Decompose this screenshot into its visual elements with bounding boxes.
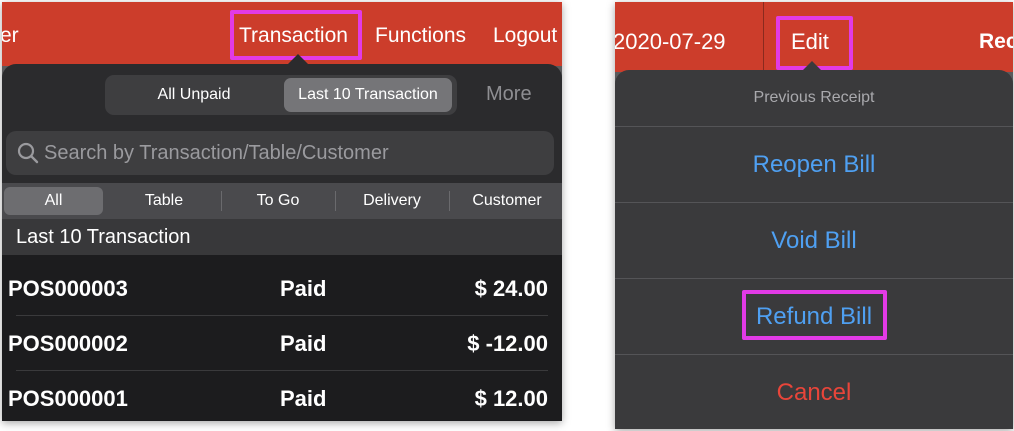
filter-divider [335,191,336,211]
transaction-amount: $ -12.00 [467,331,548,356]
partial-nav-label: er [2,24,19,47]
transaction-status: Paid [280,276,327,301]
nav-divider [763,2,764,72]
reopen-bill-button[interactable]: Reopen Bill [615,127,1013,202]
segment-all-unpaid[interactable]: All Unpaid [109,78,279,112]
cancel-button[interactable]: Cancel [615,355,1013,429]
transaction-row[interactable]: POS000002 Paid $ -12.00 [2,315,562,370]
segment-last-10[interactable]: Last 10 Transaction [284,78,452,112]
menu-title: Previous Receipt [753,89,875,106]
transaction-screen: er Transaction Functions Logout All Unpa… [2,2,562,421]
transaction-id: POS000001 [8,386,128,411]
transaction-amount: $ 12.00 [474,386,548,411]
transaction-status: Paid [280,386,327,411]
logout-nav-button[interactable]: Logout [493,24,557,48]
more-button[interactable]: More [486,83,532,106]
transaction-id: POS000002 [8,331,128,356]
filter-customer[interactable]: Customer [454,187,560,215]
transaction-nav-button[interactable]: Transaction [239,24,348,48]
popover-arrow [288,54,308,64]
edit-nav-button[interactable]: Edit [791,29,829,55]
transaction-id: POS000003 [8,276,128,301]
filter-tabs: All Table To Go Delivery Customer [2,183,562,219]
filter-delivery[interactable]: Delivery [342,187,442,215]
date-label: 2020-07-29 [615,29,726,54]
top-nav-bar: er Transaction Functions Logout [2,2,562,66]
filter-divider [449,191,450,211]
receipt-screen: 2020-07-29 Edit Rec Previous Receipt Reo… [615,2,1013,429]
refund-bill-button[interactable]: Refund Bill [615,279,1013,354]
filter-all[interactable]: All [4,187,103,215]
search-bar [6,131,554,175]
transaction-amount: $ 24.00 [474,276,548,301]
transaction-row[interactable]: POS000003 Paid $ 24.00 [2,260,562,315]
transaction-list: POS000003 Paid $ 24.00 POS000002 Paid $ … [2,255,562,421]
filter-to-go[interactable]: To Go [228,187,328,215]
functions-nav-button[interactable]: Functions [375,24,466,48]
filter-table[interactable]: Table [114,187,214,215]
search-icon [17,142,39,164]
search-input[interactable] [44,137,544,169]
segmented-control: All Unpaid Last 10 Transaction [105,75,457,115]
partial-nav-label: Rec [979,30,1013,53]
transaction-popover: All Unpaid Last 10 Transaction More All … [2,64,562,421]
transaction-status: Paid [280,331,327,356]
filter-divider [221,191,222,211]
edit-action-sheet: Previous Receipt Reopen Bill Void Bill R… [615,70,1013,429]
transaction-row[interactable]: POS000001 Paid $ 12.00 [2,370,562,421]
void-bill-button[interactable]: Void Bill [615,203,1013,278]
section-header: Last 10 Transaction [2,219,562,255]
